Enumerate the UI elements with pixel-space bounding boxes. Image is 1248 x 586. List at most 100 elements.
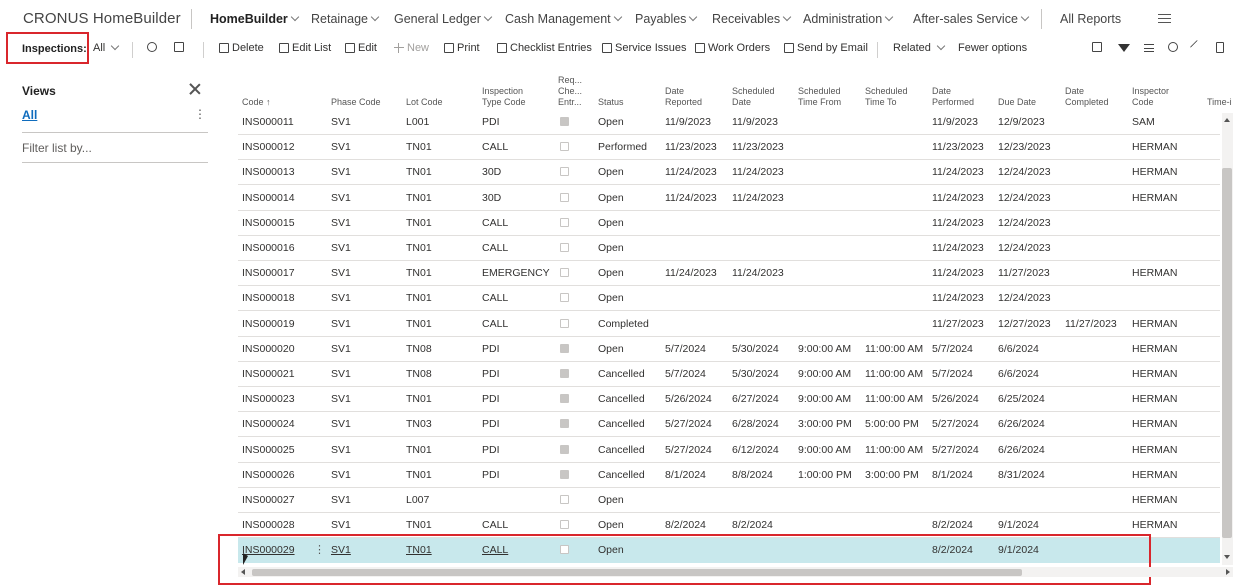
checklist-checkbox[interactable]: [560, 192, 569, 202]
cell-code[interactable]: INS000024: [242, 412, 295, 437]
table-row[interactable]: INS000024 SV1 TN03 PDI Cancelled 5/27/2024 6/2…: [238, 412, 1220, 438]
table-row[interactable]: INS000018 SV1 TN01 CALL Open 11/24/2023 12/24/…: [238, 286, 1220, 312]
filter-funnel-icon[interactable]: [1118, 44, 1130, 52]
delete-button[interactable]: Delete: [219, 42, 264, 54]
column-header-phase[interactable]: Phase Code: [331, 97, 381, 108]
nav-item-homebuilder[interactable]: HomeBuilder: [210, 12, 300, 26]
new-button[interactable]: New: [394, 42, 429, 54]
cell-code[interactable]: INS000012: [242, 135, 295, 160]
checklist-checkbox[interactable]: [560, 394, 569, 404]
edit-button[interactable]: Edit: [345, 42, 377, 54]
table-row[interactable]: INS000021 SV1 TN08 PDI Cancelled 5/7/2024 5/30…: [238, 362, 1220, 387]
checklist-entries-button[interactable]: Checklist Entries: [497, 42, 592, 54]
column-header-performed[interactable]: Date Performed: [932, 86, 974, 108]
cell-code[interactable]: INS000025: [242, 438, 295, 463]
nav-item-payables[interactable]: Payables: [635, 12, 698, 26]
checklist-checkbox[interactable]: [560, 217, 569, 227]
checklist-checkbox[interactable]: [560, 369, 569, 378]
search-icon[interactable]: [147, 42, 157, 52]
checklist-checkbox[interactable]: [560, 495, 569, 504]
table-row[interactable]: INS000026 SV1 TN01 PDI Cancelled 8/1/2024 8/8/…: [238, 463, 1220, 488]
checklist-checkbox[interactable]: [560, 243, 569, 252]
scroll-down-icon[interactable]: [1224, 555, 1230, 559]
cell-code[interactable]: INS000027: [242, 488, 295, 513]
app-title[interactable]: CRONUS HomeBuilder: [23, 10, 181, 27]
collapse-icon[interactable]: [1189, 39, 1205, 55]
column-header-timein[interactable]: Time-i: [1207, 97, 1232, 108]
filter-dropdown[interactable]: All: [93, 41, 120, 54]
column-header-status[interactable]: Status: [598, 97, 624, 108]
checklist-checkbox[interactable]: [560, 167, 569, 177]
related-menu[interactable]: Related: [893, 41, 946, 54]
table-row[interactable]: INS000020 SV1 TN08 PDI Open 5/7/2024 5/30/2024…: [238, 337, 1220, 362]
analysis-mode-icon[interactable]: [174, 42, 184, 52]
table-row[interactable]: INS000023 SV1 TN01 PDI Cancelled 5/26/2024 6/2…: [238, 387, 1220, 413]
cell-code[interactable]: INS000015: [242, 211, 295, 236]
fewer-options-button[interactable]: Fewer options: [958, 42, 1027, 54]
cell-code[interactable]: INS000021: [242, 362, 295, 387]
cell-code[interactable]: INS000014: [242, 186, 295, 211]
send-by-email-button[interactable]: Send by Email: [784, 42, 868, 54]
column-header-type[interactable]: Inspection Type Code: [482, 86, 526, 108]
more-options-icon[interactable]: ⋮: [194, 107, 206, 121]
column-header-code[interactable]: Code ↑: [242, 97, 271, 108]
column-header-completed[interactable]: Date Completed: [1065, 86, 1109, 108]
cell-code[interactable]: INS000017: [242, 261, 295, 286]
service-issues-button[interactable]: Service Issues: [602, 42, 687, 54]
column-header-req[interactable]: Req... Che... Entr...: [558, 75, 582, 108]
column-header-reported[interactable]: Date Reported: [665, 86, 702, 108]
table-row[interactable]: INS000012 SV1 TN01 CALL Performed 11/23/2023 1…: [238, 135, 1220, 161]
checklist-checkbox[interactable]: [560, 444, 569, 454]
checklist-checkbox[interactable]: [560, 318, 569, 328]
nav-item-receivables[interactable]: Receivables: [712, 12, 792, 26]
table-row[interactable]: INS000014 SV1 TN01 30D Open 11/24/2023 11/24/2…: [238, 186, 1220, 211]
cell-code[interactable]: INS000026: [242, 463, 295, 488]
checklist-checkbox[interactable]: [560, 343, 569, 353]
checklist-checkbox[interactable]: [560, 520, 569, 530]
scroll-right-icon[interactable]: [1226, 569, 1230, 575]
table-row[interactable]: INS000013 SV1 TN01 30D Open 11/24/2023 11/24/2…: [238, 160, 1220, 186]
info-icon[interactable]: [1168, 42, 1178, 52]
filter-list-input[interactable]: Filter list by...: [22, 141, 92, 155]
column-header-due[interactable]: Due Date: [998, 97, 1036, 108]
checklist-checkbox[interactable]: [560, 469, 569, 479]
table-row[interactable]: INS000011 SV1 L001 PDI Open 11/9/2023 11/9/202…: [238, 110, 1220, 135]
table-row[interactable]: INS000017 SV1 TN01 EMERGENCY Open 11/24/2023 1…: [238, 261, 1220, 287]
work-orders-button[interactable]: Work Orders: [695, 42, 770, 54]
table-row[interactable]: INS000016 SV1 TN01 CALL Open 11/24/2023 12/24/…: [238, 236, 1220, 261]
table-row[interactable]: INS000019 SV1 TN01 CALL Completed 11/27/2023 1…: [238, 312, 1220, 337]
nav-item-general-ledger[interactable]: General Ledger: [394, 12, 493, 26]
horizontal-scroll-thumb[interactable]: [252, 569, 1022, 576]
close-icon[interactable]: [188, 82, 202, 96]
nav-item-administration[interactable]: Administration: [803, 12, 894, 26]
column-header-inspector[interactable]: Inspector Code: [1132, 86, 1169, 108]
column-header-lot[interactable]: Lot Code: [406, 97, 443, 108]
scroll-up-icon[interactable]: [1224, 118, 1230, 122]
scroll-left-icon[interactable]: [241, 569, 245, 575]
cell-code[interactable]: INS000016: [242, 236, 295, 261]
cell-code[interactable]: INS000020: [242, 337, 295, 362]
cell-code[interactable]: INS000019: [242, 312, 295, 337]
share-icon[interactable]: [1092, 42, 1102, 52]
bookmark-icon[interactable]: [1216, 42, 1224, 53]
view-all-link[interactable]: All: [22, 108, 37, 122]
list-view-icon[interactable]: [1144, 44, 1154, 52]
checklist-checkbox[interactable]: [560, 268, 569, 278]
nav-item-after-sales-service[interactable]: After-sales Service: [913, 12, 1030, 26]
hamburger-menu-icon[interactable]: [1158, 14, 1171, 23]
table-row[interactable]: INS000025 SV1 TN01 PDI Cancelled 5/27/2024 6/1…: [238, 438, 1220, 463]
cell-code[interactable]: INS000011: [242, 110, 294, 135]
table-row[interactable]: INS000015 SV1 TN01 CALL Open 11/24/2023 12/24/…: [238, 211, 1220, 236]
cell-code[interactable]: INS000023: [242, 387, 295, 412]
checklist-checkbox[interactable]: [560, 142, 569, 152]
table-row[interactable]: INS000027 SV1 L007 Open HERMAN: [238, 488, 1220, 513]
print-button[interactable]: Print: [444, 42, 480, 54]
column-header-from[interactable]: Scheduled Time From: [798, 86, 841, 108]
vertical-scroll-thumb[interactable]: [1222, 168, 1232, 538]
cell-code[interactable]: INS000013: [242, 160, 295, 185]
checklist-checkbox[interactable]: [560, 117, 569, 126]
nav-item-all-reports[interactable]: All Reports: [1060, 12, 1121, 26]
edit-list-button[interactable]: Edit List: [279, 42, 331, 54]
nav-item-retainage[interactable]: Retainage: [311, 12, 380, 26]
checklist-checkbox[interactable]: [560, 419, 569, 429]
